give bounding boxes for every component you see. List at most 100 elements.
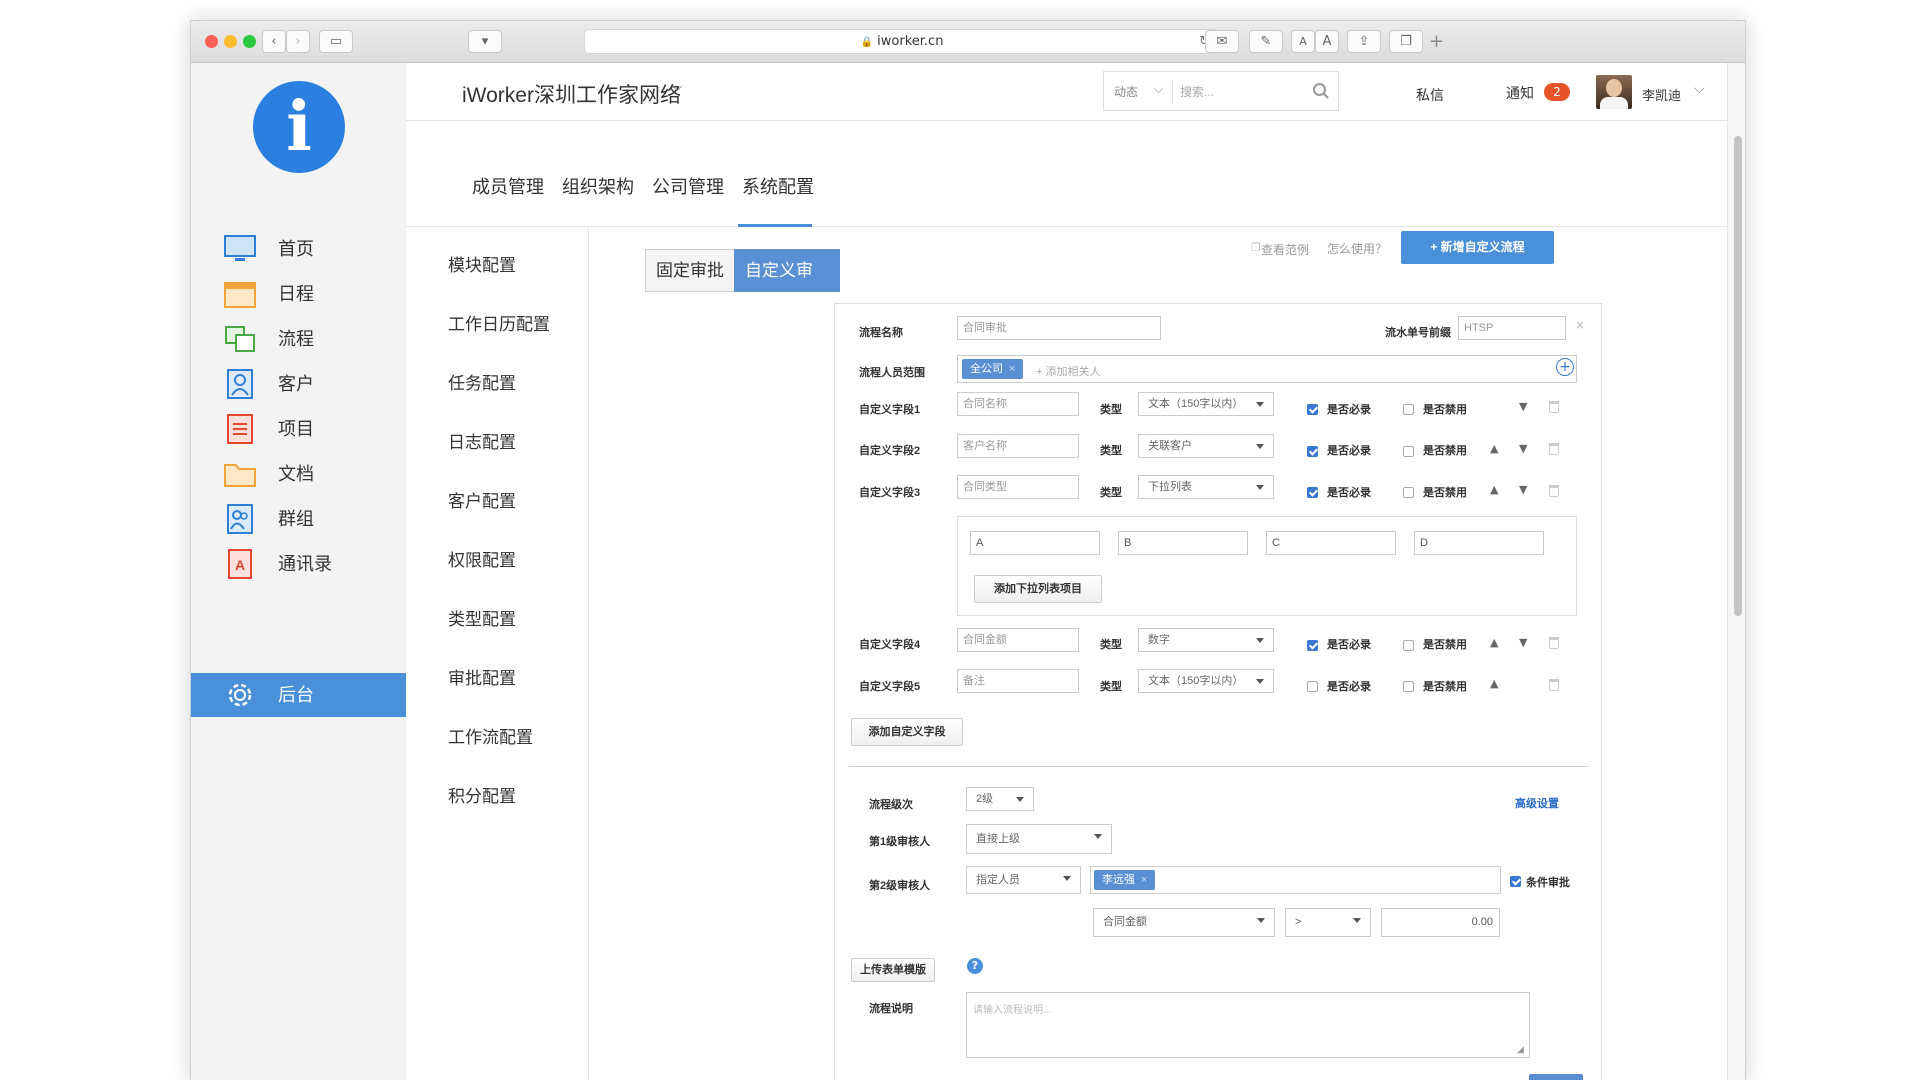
type-select[interactable]: 下拉列表 xyxy=(1138,475,1274,499)
field-name-input[interactable]: 客户名称 xyxy=(957,434,1079,458)
address-bar[interactable]: 🔒 iworker.cn ↻ xyxy=(584,29,1220,54)
custom-approval-tab[interactable]: 自定义审批 xyxy=(734,249,840,321)
new-tab-icon[interactable]: + xyxy=(1429,31,1444,52)
required-checkbox[interactable] xyxy=(1307,404,1318,415)
submenu-item[interactable]: 日志配置 xyxy=(448,428,516,453)
advanced-settings-link[interactable]: 高级设置 xyxy=(1515,795,1559,811)
search-input[interactable]: 搜索... xyxy=(1180,83,1214,100)
back-icon[interactable]: ‹ xyxy=(262,30,286,53)
delete-icon[interactable] xyxy=(1549,443,1559,455)
scope-input[interactable]: 全公司 × + 添加相关人 + xyxy=(957,355,1577,383)
font-larger-button[interactable]: A xyxy=(1315,30,1339,53)
submenu-item[interactable]: 模块配置 xyxy=(448,251,516,276)
filter-select[interactable]: 动态 xyxy=(1114,83,1138,100)
condition-operator-select[interactable]: > xyxy=(1285,908,1371,937)
nav-item-customer[interactable]: 客户 xyxy=(191,362,406,406)
pocket-icon[interactable]: ▾ xyxy=(468,30,502,53)
submenu-item[interactable]: 工作流配置 xyxy=(448,723,533,748)
help-icon[interactable]: ? xyxy=(967,958,983,974)
field-name-input[interactable]: 合同名称 xyxy=(957,392,1079,416)
option-input[interactable]: C xyxy=(1266,531,1396,555)
description-textarea[interactable]: 请输入流程说明... ◢ xyxy=(966,992,1530,1058)
messages-link[interactable]: 私信 xyxy=(1416,85,1444,105)
chevron-down-icon[interactable]: ⌵ xyxy=(1694,81,1705,97)
move-up-icon[interactable]: ▲ xyxy=(1490,677,1498,690)
option-input[interactable]: B xyxy=(1118,531,1248,555)
resize-handle-icon[interactable]: ◢ xyxy=(1517,1045,1524,1055)
condition-field-select[interactable]: 合同金额 xyxy=(1093,908,1275,937)
notifications-link[interactable]: 通知 xyxy=(1506,83,1534,103)
field-name-input[interactable]: 备注 xyxy=(957,669,1079,693)
upload-template-button[interactable]: 上传表单模版 xyxy=(851,958,935,982)
type-select[interactable]: 数字 xyxy=(1138,628,1274,652)
save-button[interactable]: 保存 xyxy=(1529,1074,1583,1080)
required-checkbox[interactable] xyxy=(1307,681,1318,692)
conditional-checkbox[interactable] xyxy=(1510,876,1521,887)
disabled-checkbox[interactable] xyxy=(1403,640,1414,651)
tab-org[interactable]: 组织架构 xyxy=(562,173,634,199)
delete-icon[interactable] xyxy=(1549,401,1559,413)
nav-item-admin[interactable]: 后台 xyxy=(191,673,406,717)
type-select[interactable]: 文本（150字以内） xyxy=(1138,669,1274,693)
user-name[interactable]: 李凯迪 xyxy=(1642,85,1681,104)
level1-select[interactable]: 直接上级 xyxy=(966,824,1112,854)
minimize-window-button[interactable] xyxy=(224,35,237,48)
remove-tag-icon[interactable]: × xyxy=(1009,363,1015,375)
add-custom-flow-button[interactable]: + 新增自定义流程 xyxy=(1401,231,1554,264)
clear-icon[interactable]: × xyxy=(1575,318,1585,332)
move-down-icon[interactable]: ▼ xyxy=(1519,483,1527,496)
view-example-link[interactable]: 查看范例 xyxy=(1261,241,1309,258)
move-up-icon[interactable]: ▲ xyxy=(1490,636,1498,649)
chevron-down-icon[interactable]: ⌵ xyxy=(672,79,683,95)
submenu-item[interactable]: 权限配置 xyxy=(448,546,516,571)
move-down-icon[interactable]: ▼ xyxy=(1519,442,1527,455)
nav-item-schedule[interactable]: 日程 xyxy=(191,272,406,316)
avatar[interactable] xyxy=(1596,75,1632,109)
required-checkbox[interactable] xyxy=(1307,446,1318,457)
share-icon[interactable]: ⇪ xyxy=(1347,30,1381,53)
submenu-item[interactable]: 类型配置 xyxy=(448,605,516,630)
delete-icon[interactable] xyxy=(1549,485,1559,497)
submenu-item[interactable]: 工作日历配置 xyxy=(448,310,550,335)
fixed-approval-tab[interactable]: 固定审批 xyxy=(645,249,735,292)
required-checkbox[interactable] xyxy=(1307,640,1318,651)
disabled-checkbox[interactable] xyxy=(1403,681,1414,692)
mail-icon[interactable]: ✉ xyxy=(1205,30,1239,53)
submenu-item[interactable]: 任务配置 xyxy=(448,369,516,394)
tab-company[interactable]: 公司管理 xyxy=(652,173,724,199)
serial-prefix-input[interactable]: HTSP xyxy=(1458,316,1566,340)
flow-name-input[interactable]: 合同审批 xyxy=(957,316,1161,340)
move-up-icon[interactable]: ▲ xyxy=(1490,483,1498,496)
forward-icon[interactable]: › xyxy=(286,30,310,53)
tabs-icon[interactable]: ❐ xyxy=(1389,30,1423,53)
type-select[interactable]: 文本（150字以内） xyxy=(1138,392,1274,416)
field-name-input[interactable]: 合同类型 xyxy=(957,475,1079,499)
level-select[interactable]: 2级 xyxy=(966,787,1034,811)
move-up-icon[interactable]: ▲ xyxy=(1490,442,1498,455)
required-checkbox[interactable] xyxy=(1307,487,1318,498)
type-select[interactable]: 关联客户 xyxy=(1138,434,1274,458)
remove-tag-icon[interactable]: × xyxy=(1141,874,1147,886)
disabled-checkbox[interactable] xyxy=(1403,487,1414,498)
option-input[interactable]: A xyxy=(970,531,1100,555)
close-window-button[interactable] xyxy=(205,35,218,48)
sign-icon[interactable]: ✎ xyxy=(1249,30,1283,53)
level2-person-input[interactable]: 李远强 × xyxy=(1090,866,1501,894)
font-smaller-button[interactable]: A xyxy=(1291,30,1315,53)
how-to-use-link[interactable]: 怎么使用？ xyxy=(1327,240,1387,257)
condition-value-input[interactable]: 0.00 xyxy=(1381,908,1500,937)
submenu-item[interactable]: 积分配置 xyxy=(448,782,516,807)
tab-members[interactable]: 成员管理 xyxy=(472,173,544,199)
nav-item-project[interactable]: 项目 xyxy=(191,407,406,451)
move-down-icon[interactable]: ▼ xyxy=(1519,636,1527,649)
submenu-item[interactable]: 审批配置 xyxy=(448,664,516,689)
disabled-checkbox[interactable] xyxy=(1403,446,1414,457)
add-icon[interactable]: + xyxy=(1556,358,1574,376)
tab-system-config[interactable]: 系统配置 xyxy=(742,173,814,199)
nav-item-contacts[interactable]: A 通讯录 xyxy=(191,542,406,586)
delete-icon[interactable] xyxy=(1549,679,1559,691)
zoom-window-button[interactable] xyxy=(243,35,256,48)
add-person-placeholder[interactable]: + 添加相关人 xyxy=(1036,363,1100,379)
scrollbar-thumb[interactable] xyxy=(1734,136,1742,616)
add-field-button[interactable]: 添加自定义字段 xyxy=(851,718,963,746)
